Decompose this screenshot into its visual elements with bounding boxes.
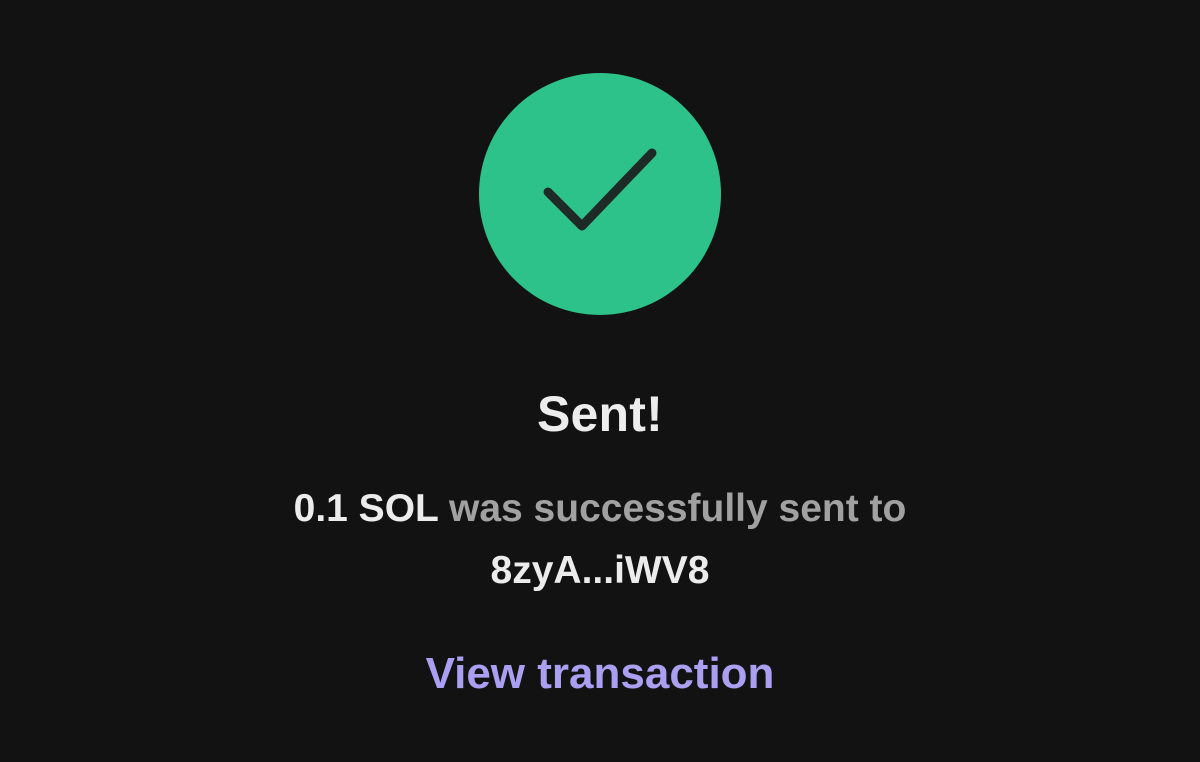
- success-message: 0.1 SOL was successfully sent to 8zyA...…: [0, 478, 1200, 602]
- page-title: Sent!: [537, 386, 663, 442]
- sent-amount: 0.1 SOL: [293, 487, 439, 530]
- view-transaction-link[interactable]: View transaction: [0, 643, 1200, 705]
- success-message-text: was successfully sent to: [449, 487, 907, 530]
- checkmark-icon: [543, 148, 657, 231]
- send-success-screen: Sent! 0.1 SOL was successfully sent to 8…: [0, 0, 1200, 762]
- recipient-address: 8zyA...iWV8: [490, 549, 710, 592]
- success-circle: [479, 73, 721, 315]
